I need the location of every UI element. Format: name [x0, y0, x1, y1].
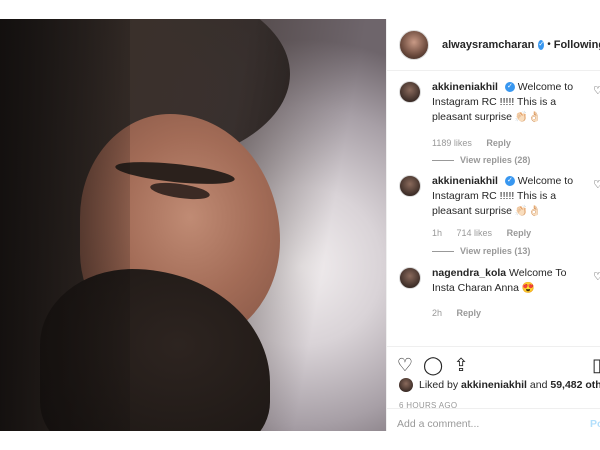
bookmark-icon[interactable]: ▯ [587, 355, 600, 375]
author-avatar[interactable] [399, 29, 429, 60]
comment-time: 1h [432, 228, 443, 238]
photo-left-shade [0, 19, 130, 431]
post-sidebar: alwaysramcharan ✓ • Following akkineniak… [386, 19, 600, 431]
verified-icon: ✓ [504, 176, 515, 187]
divider-line [432, 251, 454, 253]
add-comment-bar: Add a comment... Po [386, 408, 600, 439]
comments-list[interactable]: akkineniakhil ✓ Welcome to Instagram RC … [387, 71, 600, 346]
verified-icon: ✓ [504, 82, 515, 93]
view-replies-button[interactable]: View replies (13) [432, 246, 530, 256]
comment-likes[interactable]: 1189 likes [432, 138, 472, 148]
likes-others-count[interactable]: 59,482 others [550, 379, 600, 391]
separator-dot: • [547, 39, 551, 50]
post-comment-button[interactable]: Po [590, 418, 600, 430]
liker-username[interactable]: akkineniakhil [461, 379, 527, 391]
reply-button[interactable]: Reply [457, 308, 482, 318]
following-button[interactable]: Following [554, 39, 600, 51]
comment-likes[interactable]: 714 likes [457, 228, 493, 238]
view-replies-label: View replies (13) [460, 246, 531, 256]
likes-and: and [529, 379, 548, 391]
comment-meta: 2h Reply [432, 308, 481, 318]
commenter-avatar[interactable] [399, 267, 421, 289]
comment-meta: 1h 714 likes Reply [432, 228, 531, 238]
comment-icon[interactable]: ◯ [423, 355, 443, 375]
liker-avatar[interactable] [399, 378, 413, 392]
post-photo[interactable] [0, 19, 386, 431]
comment-text: nagendra_kola Welcome To Insta Charan An… [432, 266, 592, 296]
comment-text: akkineniakhil ✓ Welcome to Instagram RC … [432, 174, 592, 219]
comment-like-icon[interactable]: ♡ [593, 270, 600, 283]
view-replies-label: View replies (28) [460, 155, 531, 165]
comment-text: akkineniakhil ✓ Welcome to Instagram RC … [432, 80, 592, 125]
comment-meta: 1189 likes Reply [432, 138, 511, 148]
reply-button[interactable]: Reply [507, 228, 532, 238]
likes-prefix: Liked by [419, 379, 459, 391]
comment-input[interactable]: Add a comment... [397, 418, 479, 430]
comment-like-icon[interactable]: ♡ [593, 178, 600, 191]
post-header: alwaysramcharan ✓ • Following [387, 19, 600, 71]
post-actions: ♡ ◯ ⇪ ▯ [387, 346, 600, 376]
comment-time: 2h [432, 308, 443, 318]
author-username[interactable]: alwaysramcharan [442, 39, 534, 51]
view-replies-button[interactable]: View replies (28) [432, 155, 530, 165]
verified-icon: ✓ [538, 39, 545, 50]
share-icon[interactable]: ⇪ [451, 355, 471, 375]
commenter-avatar[interactable] [399, 175, 421, 197]
heart-icon[interactable]: ♡ [395, 355, 415, 375]
commenter-avatar[interactable] [399, 81, 421, 103]
commenter-username[interactable]: akkineniakhil [432, 81, 498, 93]
reply-button[interactable]: Reply [486, 138, 511, 148]
comment-like-icon[interactable]: ♡ [593, 84, 600, 97]
divider-line [432, 160, 454, 162]
commenter-username[interactable]: nagendra_kola [432, 267, 506, 279]
likes-summary: Liked by akkineniakhil and 59,482 others [399, 377, 600, 393]
commenter-username[interactable]: akkineniakhil [432, 175, 498, 187]
